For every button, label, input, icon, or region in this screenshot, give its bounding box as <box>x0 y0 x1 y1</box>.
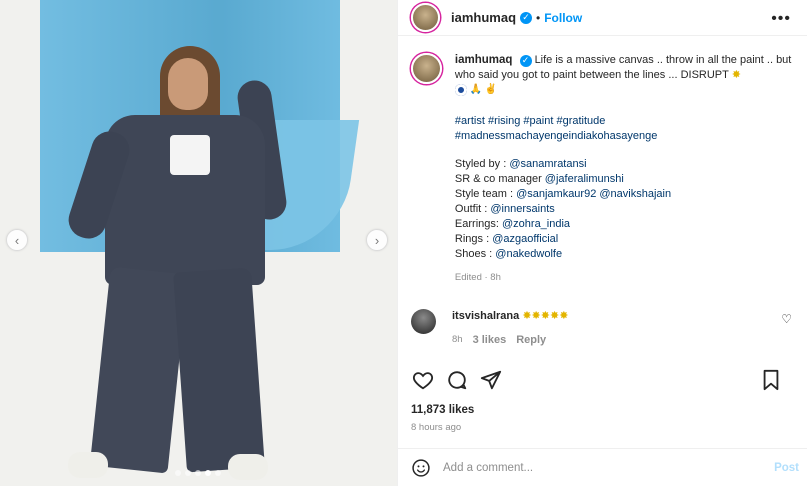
credit-line: Earrings: @zohra_india <box>454 218 571 230</box>
likes-count[interactable]: 11,873 likes <box>411 404 474 416</box>
mention[interactable]: @nakedwolfe <box>495 248 562 260</box>
carousel-dots <box>175 470 221 476</box>
caption-avatar[interactable] <box>411 53 442 84</box>
carousel-dot <box>215 470 221 476</box>
mention[interactable]: @sanamratansi <box>509 158 586 170</box>
sparkle-icon: ✸ <box>731 69 741 81</box>
hashtag[interactable]: #gratitude <box>556 115 605 127</box>
like-button[interactable] <box>411 368 435 392</box>
hashtags: #artist #rising #paint #gratitude #madne… <box>455 114 794 144</box>
credits: Styled by : @sanamratansi SR & co manage… <box>455 157 794 262</box>
carousel-dot-active <box>205 470 211 476</box>
chevron-right-icon: › <box>374 232 380 248</box>
chevron-left-icon: ‹ <box>14 232 20 248</box>
mention[interactable]: @sanjamkaur92 <box>516 188 596 200</box>
mention[interactable]: @zohra_india <box>502 218 570 230</box>
hashtag[interactable]: #rising <box>488 115 520 127</box>
mention[interactable]: @navikshajain <box>599 188 671 200</box>
comment-button[interactable] <box>445 368 469 392</box>
emoji-icon[interactable] <box>411 458 431 478</box>
comment-time: 8h <box>452 334 463 345</box>
heart-icon[interactable]: ♡ <box>781 312 792 326</box>
comment-input[interactable] <box>443 461 743 474</box>
carousel-dot <box>175 470 181 476</box>
caption-username[interactable]: iamhumaq <box>455 54 513 66</box>
hashtag[interactable]: #paint <box>523 115 553 127</box>
credit-line: Styled by : @sanamratansi <box>454 158 587 170</box>
post-panel: iamhumaq ✓ • Follow ••• iamhumaq ✓ Life … <box>397 0 807 486</box>
comment-meta: 8h 3 likes Reply <box>452 334 568 346</box>
carousel-dot <box>185 470 191 476</box>
emoji-row: 🙏 ✌ <box>454 84 794 96</box>
mention[interactable]: @innersaints <box>490 203 554 215</box>
commenter-avatar[interactable] <box>411 309 436 334</box>
verified-icon: ✓ <box>520 11 533 24</box>
post-button[interactable]: Post <box>774 462 799 474</box>
save-button[interactable] <box>759 368 783 392</box>
comments-section: iamhumaq ✓ Life is a massive canvas .. t… <box>398 37 807 355</box>
share-button[interactable] <box>479 368 503 392</box>
heart-icon <box>412 372 434 390</box>
nazar-icon <box>454 84 467 96</box>
mention[interactable]: @jaferalimunshi <box>545 173 624 185</box>
follow-button[interactable]: Follow <box>544 11 582 25</box>
post-media[interactable]: ‹ › <box>0 0 397 486</box>
next-image-button[interactable]: › <box>366 229 388 251</box>
prev-image-button[interactable]: ‹ <box>6 229 28 251</box>
reply-button[interactable]: Reply <box>516 334 546 346</box>
credit-line: Outfit : @innersaints <box>454 203 555 215</box>
comment-body: itsvishalrana ✸✸✸✸✸ 8h 3 likes Reply <box>452 309 568 346</box>
add-comment-bar: Post <box>398 448 807 486</box>
bookmark-icon <box>763 369 779 391</box>
credit-line: Rings : @azgaofficial <box>454 233 559 245</box>
action-bar <box>411 366 793 394</box>
comment-item: itsvishalrana ✸✸✸✸✸ 8h 3 likes Reply ♡ <box>411 309 794 346</box>
model-figure <box>60 40 310 486</box>
caption-meta: Edited · 8h <box>454 272 501 283</box>
comment-icon <box>448 371 467 390</box>
hashtag[interactable]: #madnessmachayengeindiakohasayenge <box>455 130 657 142</box>
more-icon[interactable]: ••• <box>771 10 791 28</box>
verified-icon: ✓ <box>519 54 532 67</box>
carousel-dot <box>195 470 201 476</box>
hashtag[interactable]: #artist <box>455 115 485 127</box>
separator-dot: • <box>536 10 541 25</box>
post-time[interactable]: 8 hours ago <box>411 422 461 433</box>
credit-line: SR & co manager @jaferalimunshi <box>454 173 624 185</box>
credit-line: Shoes : @nakedwolfe <box>454 248 563 260</box>
caption-body: iamhumaq ✓ Life is a massive canvas .. t… <box>454 53 794 285</box>
author-avatar[interactable] <box>411 3 440 32</box>
commenter-username[interactable]: itsvishalrana <box>452 310 519 322</box>
sparkle-icon: ✸✸✸✸✸ <box>522 310 569 322</box>
share-icon <box>480 370 502 390</box>
author-username[interactable]: iamhumaq <box>451 10 516 25</box>
peace-hand-icon: ✌ <box>484 84 498 95</box>
comment-likes[interactable]: 3 likes <box>473 334 507 346</box>
pray-icon: 🙏 <box>469 84 483 95</box>
post-header: iamhumaq ✓ • Follow ••• <box>398 0 807 36</box>
mention[interactable]: @azgaofficial <box>492 233 558 245</box>
credit-line: Style team : @sanjamkaur92 @navikshajain <box>454 188 672 200</box>
caption: iamhumaq ✓ Life is a massive canvas .. t… <box>411 53 794 285</box>
